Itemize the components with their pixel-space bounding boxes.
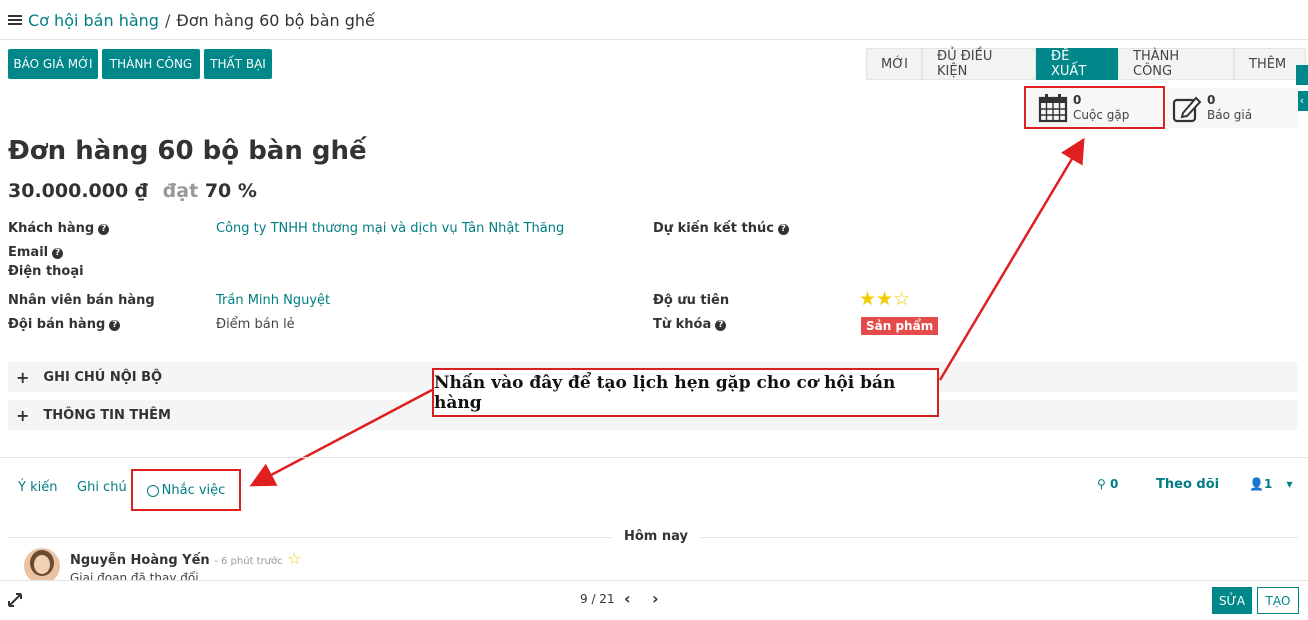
avatar[interactable] (24, 548, 60, 584)
chevron-left-icon[interactable]: ‹ (624, 589, 631, 608)
schedule-activity-tab[interactable]: Nhắc việc (131, 469, 241, 511)
date-separator: Hôm nay (612, 529, 700, 544)
chevron-right-icon[interactable]: › (652, 589, 659, 608)
caret-down-icon: ▾ (1286, 477, 1293, 491)
edit-button[interactable]: SỬA (1212, 587, 1252, 614)
log-note-tab[interactable]: Ghi chú (77, 480, 127, 495)
fullscreen-icon[interactable] (8, 593, 22, 607)
follow-button[interactable]: Theo dõi (1156, 477, 1219, 492)
star-empty-icon[interactable]: ☆ (287, 549, 301, 568)
send-message-tab[interactable]: Ý kiến (18, 480, 57, 495)
create-button[interactable]: TẠO (1257, 587, 1299, 614)
attachments-button[interactable]: ⚲ 0 (1097, 477, 1118, 491)
message-time: - 6 phút trước (214, 556, 283, 567)
annotation-arrows (249, 137, 1085, 487)
paperclip-icon: ⚲ (1097, 477, 1106, 491)
arrow-to-meetings (938, 137, 1085, 381)
clock-icon (146, 485, 159, 497)
user-icon: 👤 (1249, 477, 1264, 491)
activity-tab-label: Nhắc việc (161, 482, 226, 498)
pager-value[interactable]: 9 / 21 (580, 592, 615, 606)
message-author[interactable]: Nguyễn Hoàng Yến - 6 phút trước ☆ (70, 549, 302, 568)
arrow-to-activity (249, 388, 433, 487)
followers-button[interactable]: 👤1 ▾ (1249, 477, 1293, 491)
chatter-divider (0, 457, 1308, 458)
